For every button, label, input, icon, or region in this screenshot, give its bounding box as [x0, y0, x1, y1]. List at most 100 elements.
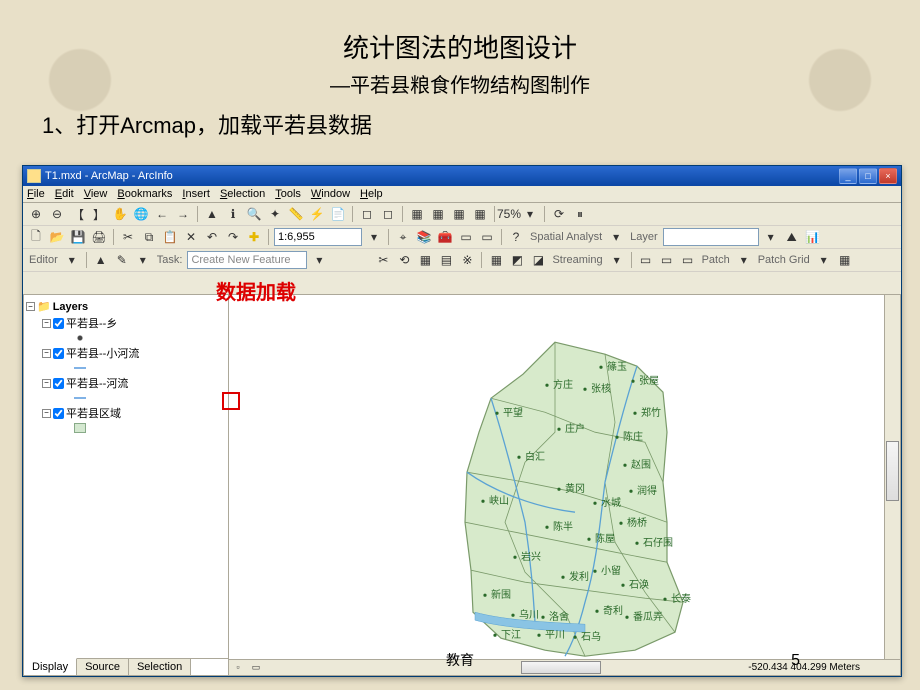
task-combo[interactable]: [187, 251, 307, 269]
zoom-percent-icon[interactable]: 75%: [500, 205, 518, 223]
arctoolbox-icon[interactable]: 🧰: [436, 228, 454, 246]
delete-icon[interactable]: ✕: [182, 228, 200, 246]
sketch-dropdown-icon[interactable]: ▾: [134, 251, 152, 269]
attrib-icon[interactable]: ▦: [416, 251, 434, 269]
map-view[interactable]: 篠玉张屋方庄张核平望郑竹庄户陈庄白汇赵围峡山黄冈水城润得杨桥陈半陈屋石仔围岩兴发…: [229, 294, 901, 676]
toc-layer-0[interactable]: − 平若县--乡: [26, 314, 226, 332]
patch-icon2[interactable]: ▭: [658, 251, 676, 269]
cmdline-icon[interactable]: ▭: [457, 228, 475, 246]
menu-file[interactable]: File: [27, 188, 45, 200]
pause-icon[interactable]: ⏸: [571, 205, 589, 223]
menu-edit[interactable]: Edit: [55, 188, 74, 200]
menu-tools[interactable]: Tools: [275, 188, 301, 200]
command3-icon[interactable]: ▦: [450, 205, 468, 223]
zoom-out-icon[interactable]: ⊖: [48, 205, 66, 223]
scale-dropdown-icon[interactable]: ▾: [365, 228, 383, 246]
patch-grid-label[interactable]: Patch Grid: [758, 254, 810, 266]
command4-icon[interactable]: ▦: [471, 205, 489, 223]
st-icon1[interactable]: ▦: [487, 251, 505, 269]
zoom-in-icon[interactable]: ⊕: [27, 205, 45, 223]
toc-symbol-2[interactable]: [26, 392, 226, 404]
next-extent-icon[interactable]: →: [174, 205, 192, 223]
patchgrid-icon[interactable]: ▦: [836, 251, 854, 269]
toc-symbol-3[interactable]: [26, 422, 226, 434]
undo-icon[interactable]: ↶: [203, 228, 221, 246]
full-extent-icon[interactable]: 🌐: [132, 205, 150, 223]
editor-target-icon[interactable]: ⌖: [394, 228, 412, 246]
st-icon3[interactable]: ◪: [529, 251, 547, 269]
pan-icon[interactable]: ✋: [111, 205, 129, 223]
split-icon[interactable]: ✂: [374, 251, 392, 269]
collapse-icon[interactable]: −: [42, 379, 51, 388]
toc-layer-3[interactable]: − 平若县区域: [26, 404, 226, 422]
command-icon[interactable]: ▦: [408, 205, 426, 223]
editor-dropdown-icon[interactable]: ▾: [63, 251, 81, 269]
spatial-dropdown-icon[interactable]: ▾: [607, 228, 625, 246]
patch-dropdown-icon[interactable]: ▾: [735, 251, 753, 269]
rotate-icon[interactable]: ⟲: [395, 251, 413, 269]
streaming-dropdown-icon[interactable]: ▾: [608, 251, 626, 269]
menu-selection[interactable]: Selection: [220, 188, 265, 200]
measure-icon[interactable]: 📏: [287, 205, 305, 223]
patch-icon1[interactable]: ▭: [637, 251, 655, 269]
redo-icon[interactable]: ↷: [224, 228, 242, 246]
new-icon[interactable]: 🗋: [27, 228, 45, 246]
hyperlink-icon[interactable]: ⚡: [308, 205, 326, 223]
toc-symbol-0[interactable]: [26, 332, 226, 344]
task-dropdown-icon[interactable]: ▾: [310, 251, 328, 269]
add-data-icon[interactable]: ✚: [245, 228, 263, 246]
collapse-icon[interactable]: −: [26, 302, 35, 311]
toc-tab-source[interactable]: Source: [77, 659, 129, 675]
collapse-icon[interactable]: −: [42, 349, 51, 358]
save-icon[interactable]: 💾: [69, 228, 87, 246]
select-icon[interactable]: ▲: [203, 205, 221, 223]
prev-extent-icon[interactable]: ←: [153, 205, 171, 223]
model-icon[interactable]: ▭: [478, 228, 496, 246]
menu-view[interactable]: View: [84, 188, 108, 200]
menu-window[interactable]: Window: [311, 188, 350, 200]
layer-input[interactable]: [663, 228, 759, 246]
patch-label[interactable]: Patch: [702, 254, 730, 266]
scale-input[interactable]: [274, 228, 362, 246]
collapse-icon[interactable]: −: [42, 319, 51, 328]
data-view-icon[interactable]: ▫: [229, 660, 247, 674]
whats-this-icon[interactable]: ?: [507, 228, 525, 246]
drawing-icon[interactable]: ◻: [358, 205, 376, 223]
sketch-tool-icon[interactable]: ✎: [113, 251, 131, 269]
collapse-icon[interactable]: −: [42, 409, 51, 418]
fixed-zoom-out-icon[interactable]: 】: [90, 205, 108, 223]
layout-view-icon[interactable]: ▭: [247, 660, 265, 674]
paste-icon[interactable]: 📋: [161, 228, 179, 246]
find-icon[interactable]: 🔍: [245, 205, 263, 223]
command2-icon[interactable]: ▦: [429, 205, 447, 223]
patchgrid-dropdown-icon[interactable]: ▾: [815, 251, 833, 269]
arccatalog-icon[interactable]: 📚: [415, 228, 433, 246]
sa-hist-icon[interactable]: 📊: [804, 228, 822, 246]
refresh-icon[interactable]: ⟳: [550, 205, 568, 223]
snap-icon[interactable]: ※: [458, 251, 476, 269]
toc-root[interactable]: − 📁 Layers: [26, 299, 226, 314]
layer-visible-checkbox[interactable]: [53, 378, 64, 389]
edit-tool-icon[interactable]: ▲: [92, 251, 110, 269]
streaming-label[interactable]: Streaming: [552, 254, 602, 266]
cut-icon[interactable]: ✂: [119, 228, 137, 246]
print-icon[interactable]: 🖨: [90, 228, 108, 246]
toc-symbol-1[interactable]: [26, 362, 226, 374]
layer-visible-checkbox[interactable]: [53, 408, 64, 419]
close-button[interactable]: ×: [879, 168, 897, 184]
minimize-button[interactable]: _: [839, 168, 857, 184]
layer-dropdown-icon[interactable]: ▾: [762, 228, 780, 246]
vertical-scrollbar[interactable]: [884, 295, 900, 659]
dropdown-icon[interactable]: ▾: [521, 205, 539, 223]
st-icon2[interactable]: ◩: [508, 251, 526, 269]
toc-tab-selection[interactable]: Selection: [129, 659, 191, 675]
scroll-thumb[interactable]: [886, 441, 899, 501]
sa-icon[interactable]: ⛰: [783, 228, 801, 246]
go-xy-icon[interactable]: ✦: [266, 205, 284, 223]
map-canvas[interactable]: 篠玉张屋方庄张核平望郑竹庄户陈庄白汇赵围峡山黄冈水城润得杨桥陈半陈屋石仔围岩兴发…: [405, 312, 725, 672]
toc-layer-1[interactable]: − 平若县--小河流: [26, 344, 226, 362]
layer-visible-checkbox[interactable]: [53, 348, 64, 359]
editor-label[interactable]: Editor: [29, 254, 58, 266]
patch-icon3[interactable]: ▭: [679, 251, 697, 269]
titlebar[interactable]: T1.mxd - ArcMap - ArcInfo _ □ ×: [23, 166, 901, 186]
